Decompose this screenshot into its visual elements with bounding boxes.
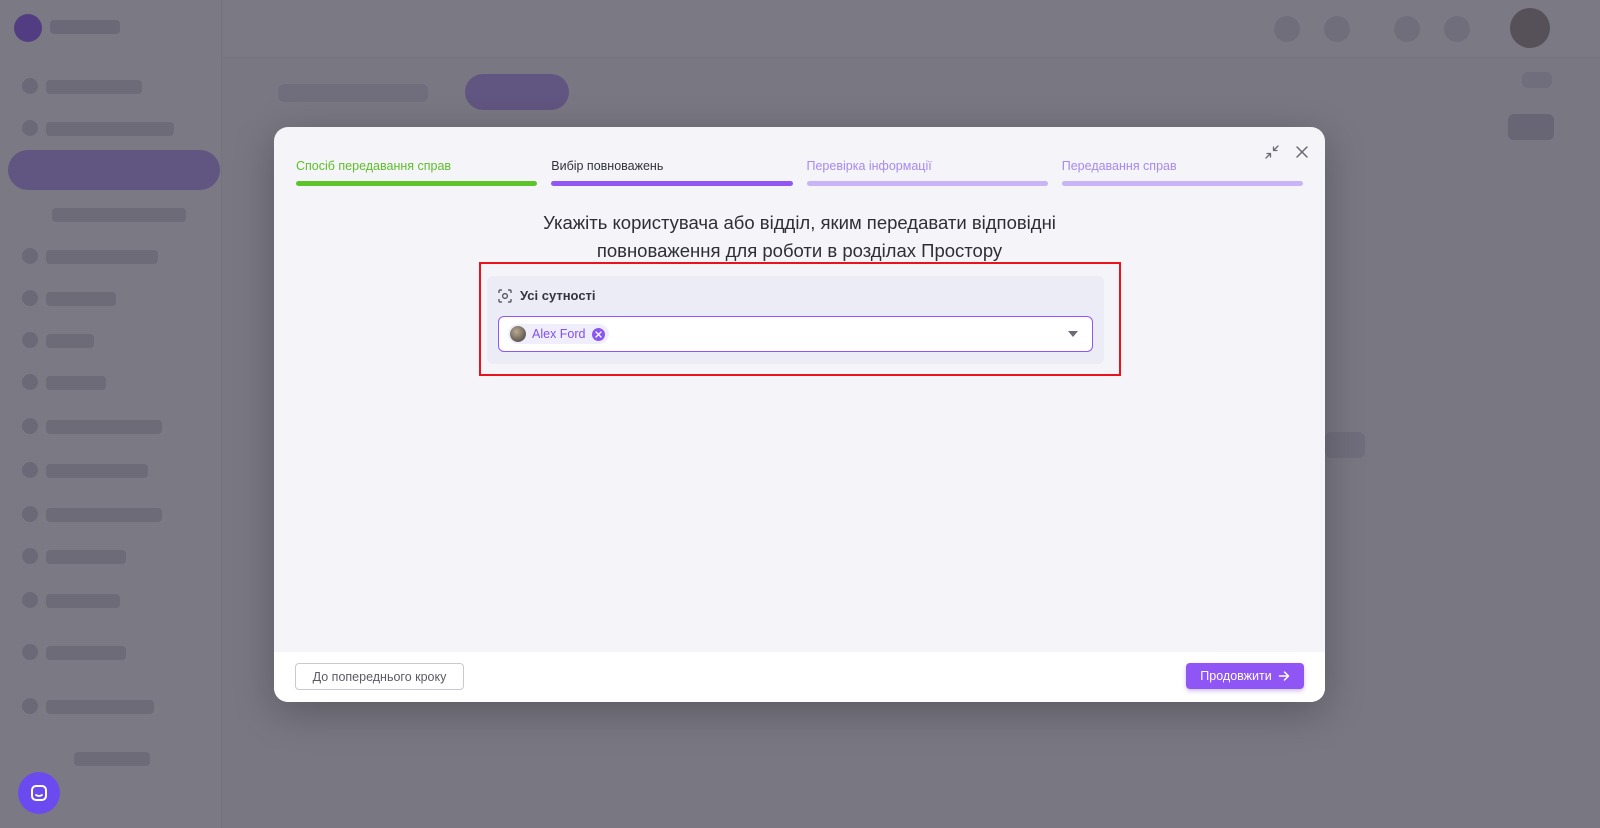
modal-title: Укажіть користувача або відділ, яким пер… (274, 209, 1325, 265)
previous-step-button[interactable]: До попереднього кроку (295, 663, 464, 690)
modal-footer: До попереднього кроку Продовжити (274, 652, 1325, 702)
transfer-wizard-modal: Спосіб передавання справ Вибір повноваже… (274, 127, 1325, 702)
annotation-highlight-box (479, 262, 1121, 376)
step-verify-info[interactable]: Перевірка інформації (806, 159, 1048, 186)
support-chat-button[interactable] (18, 772, 60, 814)
step-progress-bar (296, 181, 538, 186)
step-label: Спосіб передавання справ (296, 159, 452, 173)
arrow-right-icon (1278, 671, 1289, 681)
continue-button-label: Продовжити (1200, 669, 1272, 683)
wizard-steps: Спосіб передавання справ Вибір повноваже… (296, 159, 1303, 186)
step-transfer-cases[interactable]: Передавання справ (1061, 159, 1303, 186)
step-label: Вибір повноважень (551, 159, 664, 173)
step-transfer-method[interactable]: Спосіб передавання справ (296, 159, 538, 186)
step-progress-bar (551, 181, 793, 186)
continue-button[interactable]: Продовжити (1186, 663, 1304, 689)
step-label: Передавання справ (1061, 159, 1177, 173)
modal-title-line-2: повноваження для роботи в розділах Прост… (596, 240, 1003, 261)
step-label: Перевірка інформації (806, 159, 932, 173)
step-select-permissions[interactable]: Вибір повноважень (551, 159, 793, 186)
step-progress-bar (1061, 181, 1303, 186)
step-progress-bar (806, 181, 1048, 186)
modal-title-line-1: Укажіть користувача або відділ, яким пер… (543, 212, 1056, 233)
chat-widget-icon (31, 785, 47, 801)
